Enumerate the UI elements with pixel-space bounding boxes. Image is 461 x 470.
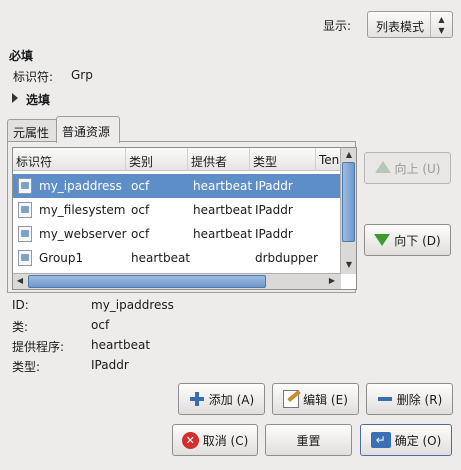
table-row[interactable]: Group1 heartbeat drbdupper [13, 246, 341, 270]
edit-pencil-icon [283, 390, 300, 408]
detail-label-class: 类: [12, 320, 29, 334]
resource-icon [18, 178, 32, 194]
row-id: my_filesystem [39, 203, 126, 217]
reset-label: 重置 [296, 433, 321, 448]
tab-label: 元属性 [13, 126, 50, 140]
delete-button[interactable]: 删除 (R) [366, 383, 453, 415]
detail-value-provider: heartbeat [91, 338, 151, 352]
column-header-id[interactable]: 标识符 [13, 148, 126, 171]
detail-value-id: my_ipaddress [91, 298, 174, 312]
required-heading: 必填 [9, 49, 34, 63]
id-label: 标识符: [13, 70, 54, 84]
table-row[interactable]: my_ipaddress ocf heartbeat IPaddr [13, 174, 341, 198]
scroll-down-arrow-icon[interactable]: ▼ [342, 258, 356, 272]
tab-meta-attributes[interactable]: 元属性 [7, 119, 58, 142]
display-label: 显示: [323, 19, 352, 33]
table-header: 标识符 类别 提供者 类型 Ten [13, 148, 341, 171]
cancel-label: 取消 (C) [202, 433, 249, 448]
column-header-provider[interactable]: 提供者 [188, 148, 250, 171]
display-mode-value: 列表模式 [376, 20, 425, 34]
cancel-icon: ✕ [181, 431, 199, 449]
column-header-type[interactable]: 类型 [250, 148, 316, 171]
table-row[interactable]: my_webserver ocf heartbeat IPaddr [13, 222, 341, 246]
row-provider: heartbeat [193, 203, 253, 217]
move-up-label: 向上 (U) [394, 161, 441, 176]
minus-icon [377, 391, 393, 407]
arrow-up-icon [374, 161, 391, 173]
edit-label: 编辑 (E) [303, 392, 348, 407]
vertical-scroll-thumb[interactable] [342, 162, 355, 242]
resource-icon [18, 202, 32, 218]
ok-button[interactable]: ↵ 确定 (O) [360, 424, 452, 456]
row-class: heartbeat [131, 251, 191, 265]
move-down-button[interactable]: 向下 (D) [364, 224, 451, 256]
resource-table[interactable]: 标识符 类别 提供者 类型 Ten my_ipaddress ocf heart… [12, 147, 357, 290]
row-class: ocf [131, 227, 150, 241]
move-down-label: 向下 (D) [394, 233, 441, 248]
expander-triangle-icon [12, 93, 18, 103]
id-value: Grp [71, 68, 93, 82]
optional-heading: 选填 [26, 93, 51, 107]
scroll-right-arrow-icon[interactable]: ▶ [325, 274, 339, 288]
scroll-left-arrow-icon[interactable]: ◀ [13, 274, 27, 288]
delete-label: 删除 (R) [396, 392, 443, 407]
optional-expander[interactable]: 选填 [9, 90, 79, 108]
tab-label: 普通资源 [62, 125, 111, 139]
move-up-button[interactable]: 向上 (U) [364, 152, 451, 184]
detail-label-id: ID: [12, 298, 29, 312]
resource-icon [18, 226, 32, 242]
display-mode-select[interactable]: 列表模式 ▲ ▼ [367, 11, 453, 38]
detail-label-provider: 提供程序: [12, 340, 65, 354]
resource-icon [18, 250, 32, 266]
horizontal-scroll-thumb[interactable] [28, 275, 266, 288]
column-header-class[interactable]: 类别 [126, 148, 188, 171]
row-type: IPaddr [255, 179, 293, 193]
row-id: my_ipaddress [39, 179, 122, 193]
vertical-scrollbar[interactable]: ▲ ▼ [340, 148, 356, 274]
row-id: Group1 [39, 251, 84, 265]
reset-button[interactable]: 重置 [265, 424, 352, 456]
row-class: ocf [131, 203, 150, 217]
row-type: drbdupper [255, 251, 318, 265]
horizontal-scrollbar[interactable]: ◀ ▶ [13, 273, 341, 289]
row-id: my_webserver [39, 227, 127, 241]
column-header-ten[interactable]: Ten [316, 148, 341, 171]
add-button[interactable]: 添加 (A) [178, 383, 265, 415]
row-provider: heartbeat [193, 179, 253, 193]
table-row[interactable]: my_filesystem ocf heartbeat IPaddr [13, 198, 341, 222]
updown-arrows-icon: ▲ ▼ [430, 12, 452, 37]
row-type: IPaddr [255, 227, 293, 241]
detail-value-class: ocf [91, 318, 110, 332]
scroll-up-arrow-icon[interactable]: ▲ [342, 148, 356, 162]
cancel-button[interactable]: ✕ 取消 (C) [172, 424, 258, 456]
row-type: IPaddr [255, 203, 293, 217]
arrow-down-icon [374, 234, 391, 246]
detail-value-type: IPaddr [91, 358, 129, 372]
detail-label-type: 类型: [12, 360, 41, 374]
ok-label: 确定 (O) [394, 433, 442, 448]
row-class: ocf [131, 179, 150, 193]
plus-icon [189, 391, 205, 407]
ok-enter-icon: ↵ [370, 432, 391, 448]
row-provider: heartbeat [193, 227, 253, 241]
add-label: 添加 (A) [208, 392, 255, 407]
tab-common-resources[interactable]: 普通资源 [56, 116, 120, 143]
edit-button[interactable]: 编辑 (E) [272, 383, 359, 415]
